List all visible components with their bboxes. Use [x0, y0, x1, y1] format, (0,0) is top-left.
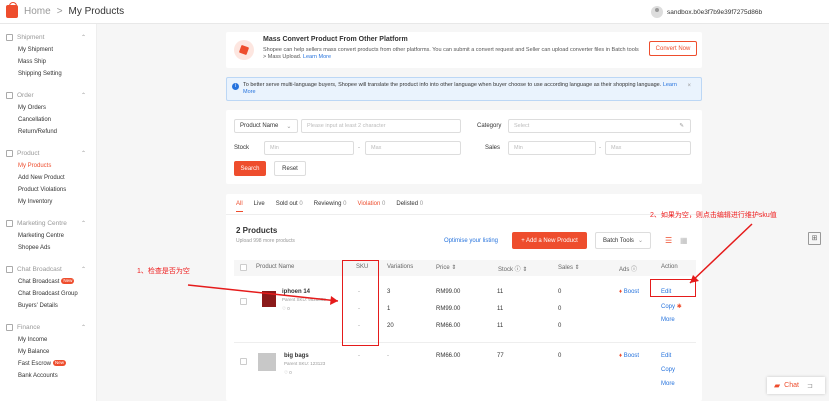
chat-icon: ▰ [774, 381, 781, 390]
annotation-arrows [187, 223, 753, 305]
arrow-line [689, 223, 753, 284]
grid-toggle-icon[interactable]: ⊞ [808, 232, 821, 245]
chat-button[interactable]: ▰ Chat ⊐ [767, 377, 825, 394]
minimize-icon[interactable]: ⊐ [807, 382, 813, 390]
arrow-head [330, 296, 338, 305]
chat-label: Chat [784, 382, 799, 389]
arrow-line [187, 284, 339, 302]
